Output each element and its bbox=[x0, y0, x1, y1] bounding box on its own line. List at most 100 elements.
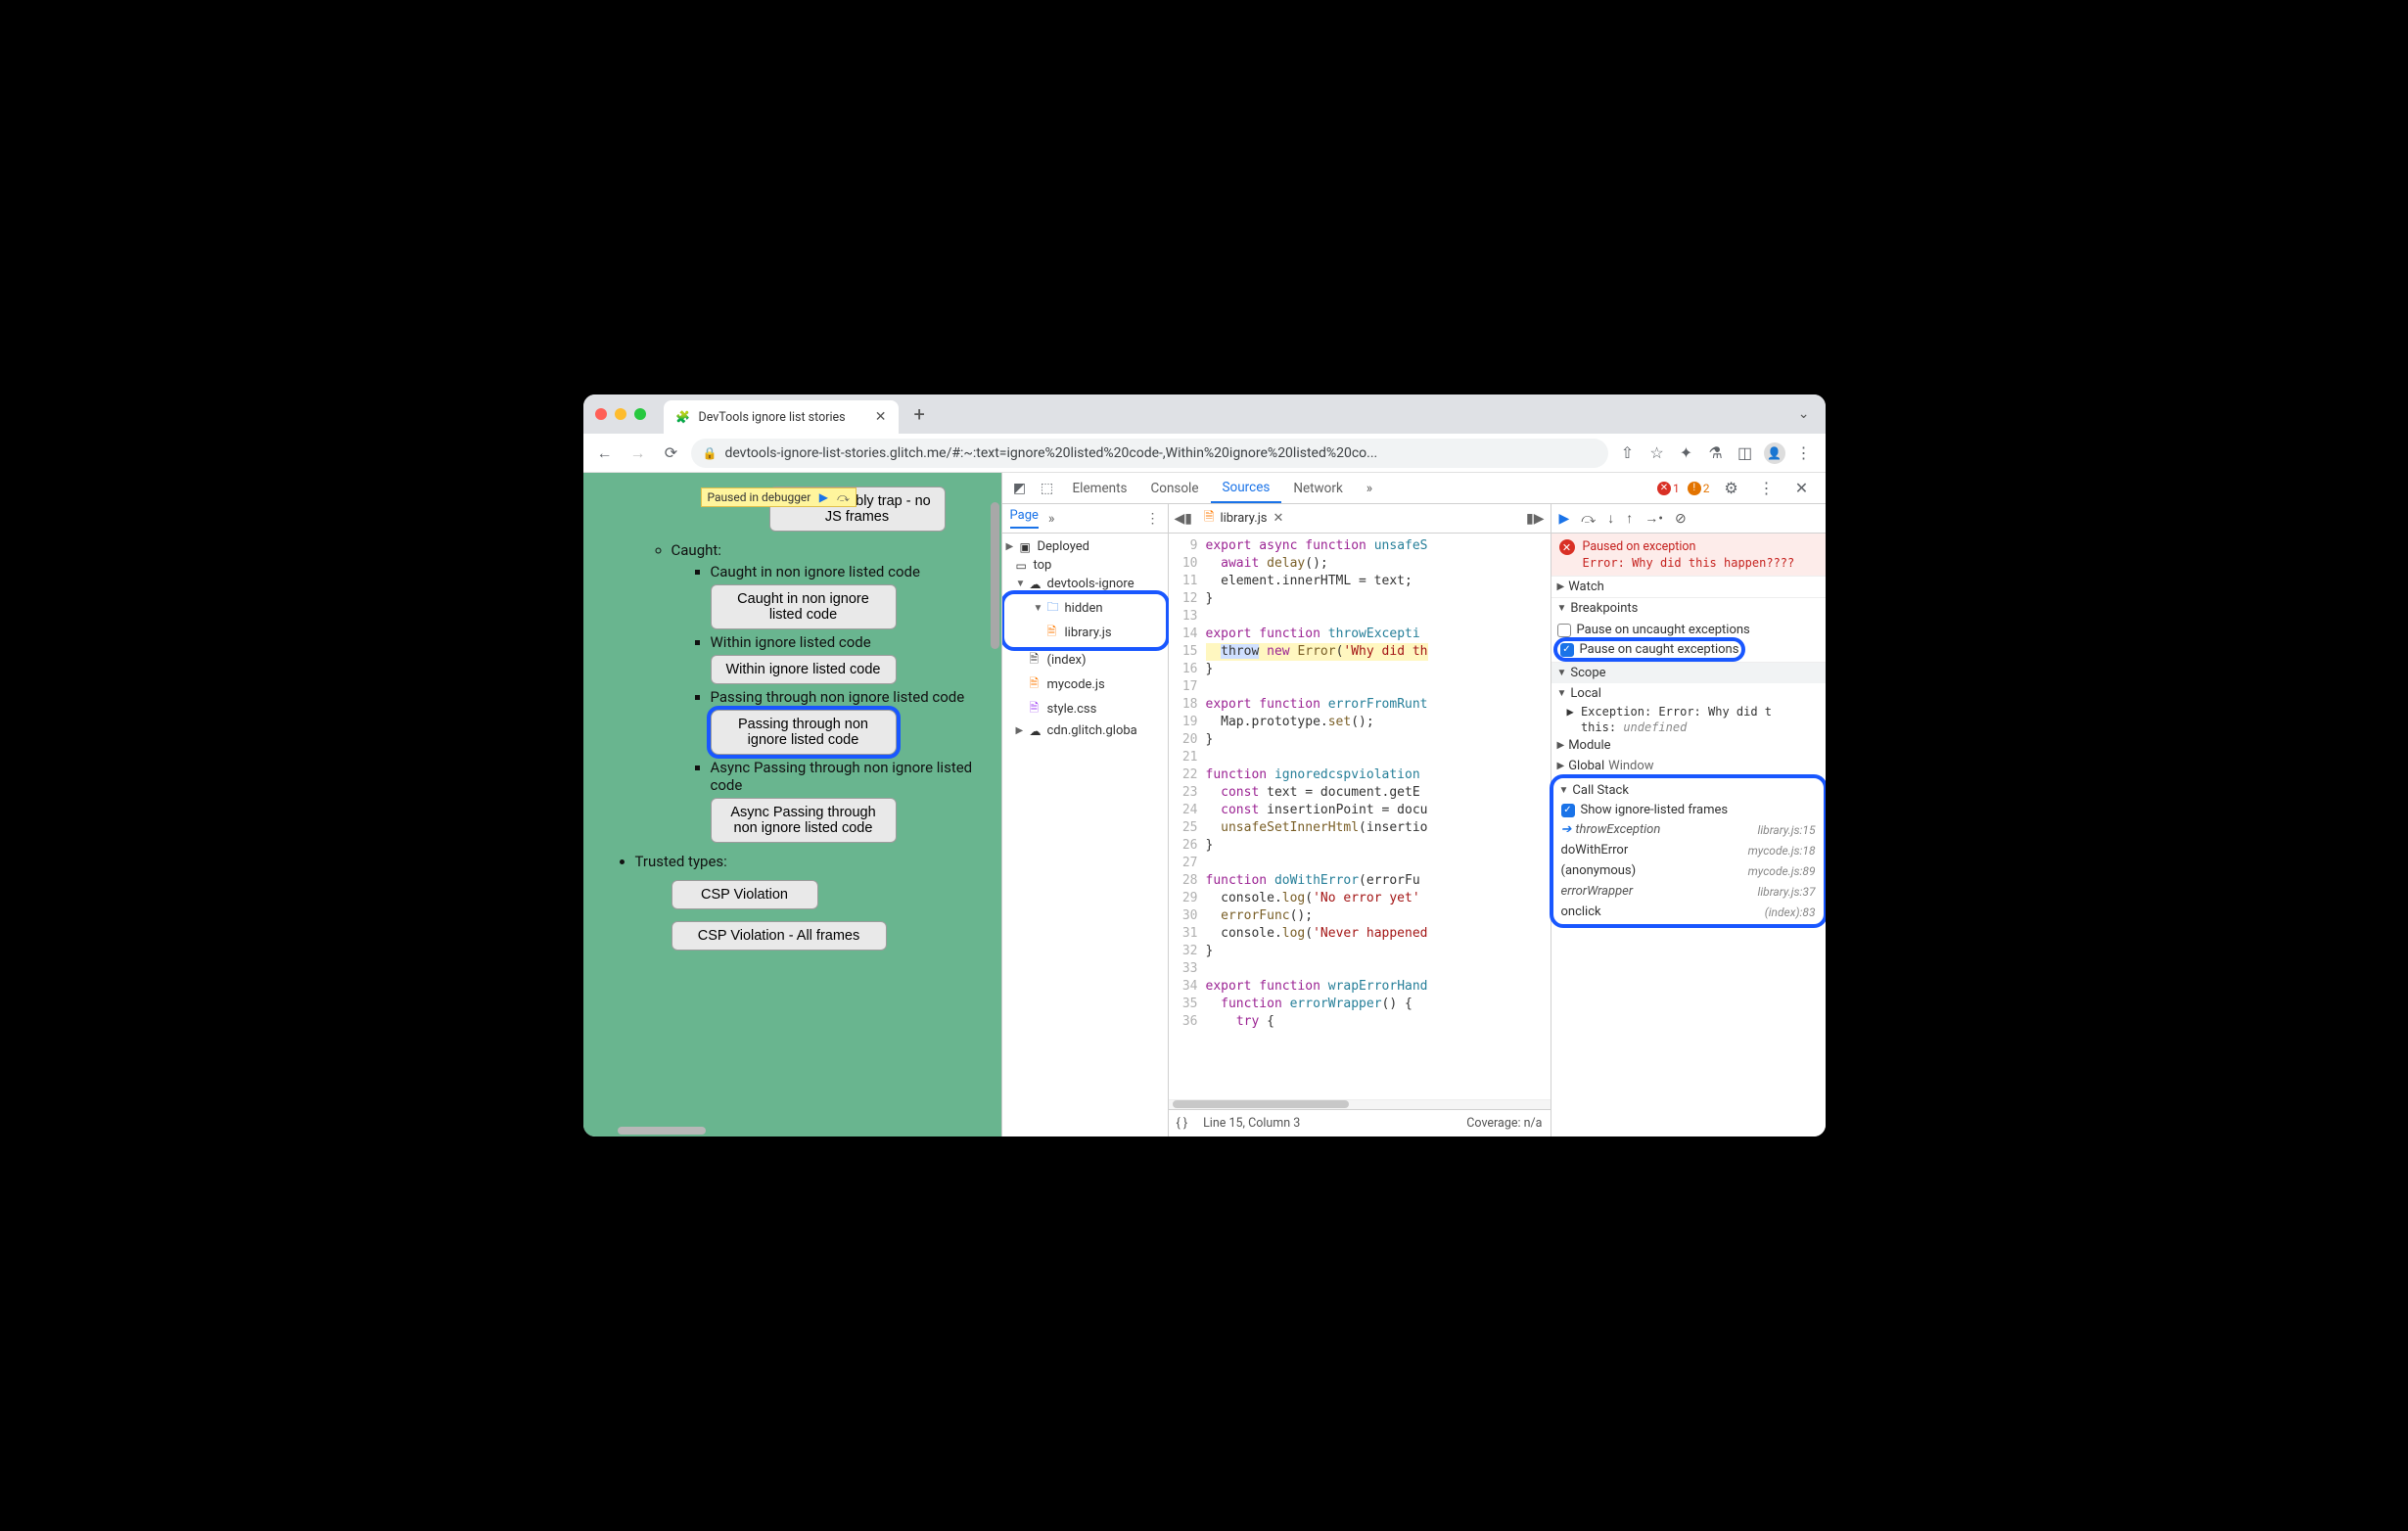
code-line[interactable]: console.log('No error yet' bbox=[1206, 890, 1551, 907]
call-stack-section[interactable]: ▼Call Stack bbox=[1553, 780, 1824, 801]
breakpoints-section[interactable]: ▼Breakpoints bbox=[1551, 597, 1826, 619]
scope-section[interactable]: ▼Scope bbox=[1551, 662, 1826, 683]
csp-violation-all-button[interactable]: CSP Violation - All frames bbox=[671, 921, 887, 951]
code-line[interactable]: } bbox=[1206, 590, 1551, 608]
scope-exception[interactable]: ▶ Exception: Error: Why did t bbox=[1551, 704, 1826, 719]
code-hscrollbar[interactable] bbox=[1169, 1099, 1551, 1109]
deactivate-breakpoints-button[interactable]: ⊘ bbox=[1675, 511, 1687, 527]
scope-module[interactable]: ▶Module bbox=[1551, 735, 1826, 756]
code-line[interactable]: const text = document.getE bbox=[1206, 784, 1551, 802]
code-line[interactable]: Map.prototype.set(); bbox=[1206, 714, 1551, 731]
sidepanel-icon[interactable]: ◫ bbox=[1732, 440, 1759, 467]
close-tab-icon[interactable]: ✕ bbox=[875, 409, 887, 425]
device-toolbar-icon[interactable]: ⬚ bbox=[1034, 475, 1061, 502]
code-line[interactable]: export function errorFromRunt bbox=[1206, 696, 1551, 714]
extensions-icon[interactable]: ✦ bbox=[1673, 440, 1700, 467]
call-stack-frame[interactable]: errorWrapperlibrary.js:37 bbox=[1553, 881, 1824, 902]
labs-icon[interactable]: ⚗ bbox=[1702, 440, 1730, 467]
tree-index[interactable]: 🗎(index) bbox=[1002, 648, 1168, 673]
settings-icon[interactable]: ⚙ bbox=[1718, 475, 1745, 502]
bookmark-icon[interactable]: ☆ bbox=[1644, 440, 1671, 467]
tab-list-button[interactable]: ⌄ bbox=[1794, 402, 1814, 426]
forward-button[interactable]: → bbox=[625, 440, 652, 467]
close-file-icon[interactable]: ✕ bbox=[1273, 511, 1284, 526]
minimize-window-button[interactable] bbox=[615, 408, 626, 420]
tree-deployed[interactable]: ▶▣Deployed bbox=[1002, 537, 1168, 556]
error-count[interactable]: ✕1 bbox=[1657, 482, 1680, 495]
call-stack-frame[interactable]: doWithErrormycode.js:18 bbox=[1553, 840, 1824, 860]
call-stack-frame[interactable]: onclick(index):83 bbox=[1553, 902, 1824, 922]
reload-button[interactable]: ⟳ bbox=[658, 440, 685, 467]
page-button[interactable]: Passing through non ignore listed code bbox=[711, 710, 897, 755]
code-line[interactable] bbox=[1206, 608, 1551, 626]
pause-uncaught-checkbox[interactable]: Pause on uncaught exceptions bbox=[1557, 621, 1820, 639]
devtools-menu-icon[interactable]: ⋮ bbox=[1753, 475, 1781, 502]
devtools-tab-sources[interactable]: Sources bbox=[1211, 473, 1282, 503]
tree-style-css[interactable]: 🗎style.css bbox=[1002, 697, 1168, 721]
code-line[interactable]: } bbox=[1206, 837, 1551, 855]
code-line[interactable]: errorFunc(); bbox=[1206, 907, 1551, 925]
page-button[interactable]: Async Passing through non ignore listed … bbox=[711, 798, 897, 843]
file-tab-library-js[interactable]: 🗎 library.js ✕ bbox=[1198, 504, 1289, 533]
close-window-button[interactable] bbox=[595, 408, 607, 420]
scope-global[interactable]: ▶GlobalWindow bbox=[1551, 756, 1826, 776]
page-button[interactable]: Caught in non ignore listed code bbox=[711, 584, 897, 629]
code-line[interactable]: unsafeSetInnerHtml(insertio bbox=[1206, 819, 1551, 837]
inspect-icon[interactable]: ◩ bbox=[1006, 475, 1034, 502]
call-stack-frame[interactable]: (anonymous)mycode.js:89 bbox=[1553, 860, 1824, 881]
code-line[interactable]: function doWithError(errorFu bbox=[1206, 872, 1551, 890]
pretty-print-icon[interactable]: { } bbox=[1177, 1116, 1188, 1131]
watch-section[interactable]: ▶Watch bbox=[1551, 576, 1826, 597]
page-hscrollbar[interactable] bbox=[618, 1127, 706, 1135]
code-line[interactable]: function errorWrapper() { bbox=[1206, 996, 1551, 1013]
step-out-button[interactable]: ↑ bbox=[1626, 510, 1633, 527]
code-line[interactable] bbox=[1206, 855, 1551, 872]
tree-mycode-js[interactable]: 🗎mycode.js bbox=[1002, 673, 1168, 697]
code-line[interactable]: } bbox=[1206, 731, 1551, 749]
csp-violation-button[interactable]: CSP Violation bbox=[671, 880, 818, 909]
devtools-tab-console[interactable]: Console bbox=[1138, 473, 1210, 503]
profile-button[interactable]: 👤 bbox=[1761, 440, 1788, 467]
nav-page-tab[interactable]: Page bbox=[1010, 508, 1039, 529]
close-devtools-icon[interactable]: ✕ bbox=[1788, 475, 1816, 502]
code-line[interactable] bbox=[1206, 960, 1551, 978]
code-line[interactable]: } bbox=[1206, 943, 1551, 960]
toggle-debugger-icon[interactable]: ▮▶ bbox=[1526, 511, 1544, 527]
show-ignore-listed-checkbox[interactable]: ✓ Show ignore-listed frames bbox=[1553, 801, 1824, 819]
back-button[interactable]: ← bbox=[591, 440, 619, 467]
devtools-tab-network[interactable]: Network bbox=[1281, 473, 1354, 503]
address-bar[interactable]: 🔒 devtools-ignore-list-stories.glitch.me… bbox=[691, 439, 1608, 468]
step-over-button[interactable]: ⤼ bbox=[1581, 511, 1596, 527]
code-line[interactable]: function ignoredcspviolation bbox=[1206, 766, 1551, 784]
tree-top[interactable]: ▭top bbox=[1002, 556, 1168, 575]
code-line[interactable]: await delay(); bbox=[1206, 555, 1551, 573]
maximize-window-button[interactable] bbox=[634, 408, 646, 420]
checkbox-checked-icon[interactable]: ✓ bbox=[1560, 643, 1574, 657]
tree-library-js[interactable]: 🗎library.js bbox=[1006, 621, 1164, 645]
code-line[interactable]: console.log('Never happened bbox=[1206, 925, 1551, 943]
warning-count[interactable]: !2 bbox=[1688, 482, 1710, 495]
tree-cdn[interactable]: ▶☁cdn.glitch.globa bbox=[1002, 721, 1168, 740]
code-line[interactable]: export function throwExcepti bbox=[1206, 626, 1551, 643]
step-button[interactable]: →• bbox=[1644, 510, 1663, 527]
more-tabs-icon[interactable]: » bbox=[1355, 473, 1384, 503]
browser-tab[interactable]: 🧩 DevTools ignore list stories ✕ bbox=[664, 400, 899, 434]
code-line[interactable]: const insertionPoint = docu bbox=[1206, 802, 1551, 819]
step-over-icon[interactable]: ⤼ bbox=[836, 490, 850, 504]
toggle-navigator-icon[interactable]: ◀▮ bbox=[1175, 511, 1192, 527]
code-line[interactable] bbox=[1206, 678, 1551, 696]
code-line[interactable]: element.innerHTML = text; bbox=[1206, 573, 1551, 590]
nav-menu-icon[interactable]: ⋮ bbox=[1146, 511, 1160, 527]
devtools-tab-elements[interactable]: Elements bbox=[1061, 473, 1139, 503]
code-line[interactable]: } bbox=[1206, 661, 1551, 678]
share-icon[interactable]: ⇧ bbox=[1614, 440, 1642, 467]
step-into-button[interactable]: ↓ bbox=[1607, 510, 1614, 527]
tree-domain[interactable]: ▼☁devtools-ignore bbox=[1002, 575, 1168, 593]
resume-button[interactable]: ▶ bbox=[1559, 511, 1570, 527]
scope-local[interactable]: ▼Local bbox=[1551, 683, 1826, 704]
new-tab-button[interactable]: + bbox=[906, 402, 933, 426]
code-line[interactable] bbox=[1206, 749, 1551, 766]
code-line[interactable]: export function wrapErrorHand bbox=[1206, 978, 1551, 996]
page-button[interactable]: Within ignore listed code bbox=[711, 655, 897, 684]
code-area[interactable]: 9101112131415161718192021222324252627282… bbox=[1169, 534, 1551, 1099]
